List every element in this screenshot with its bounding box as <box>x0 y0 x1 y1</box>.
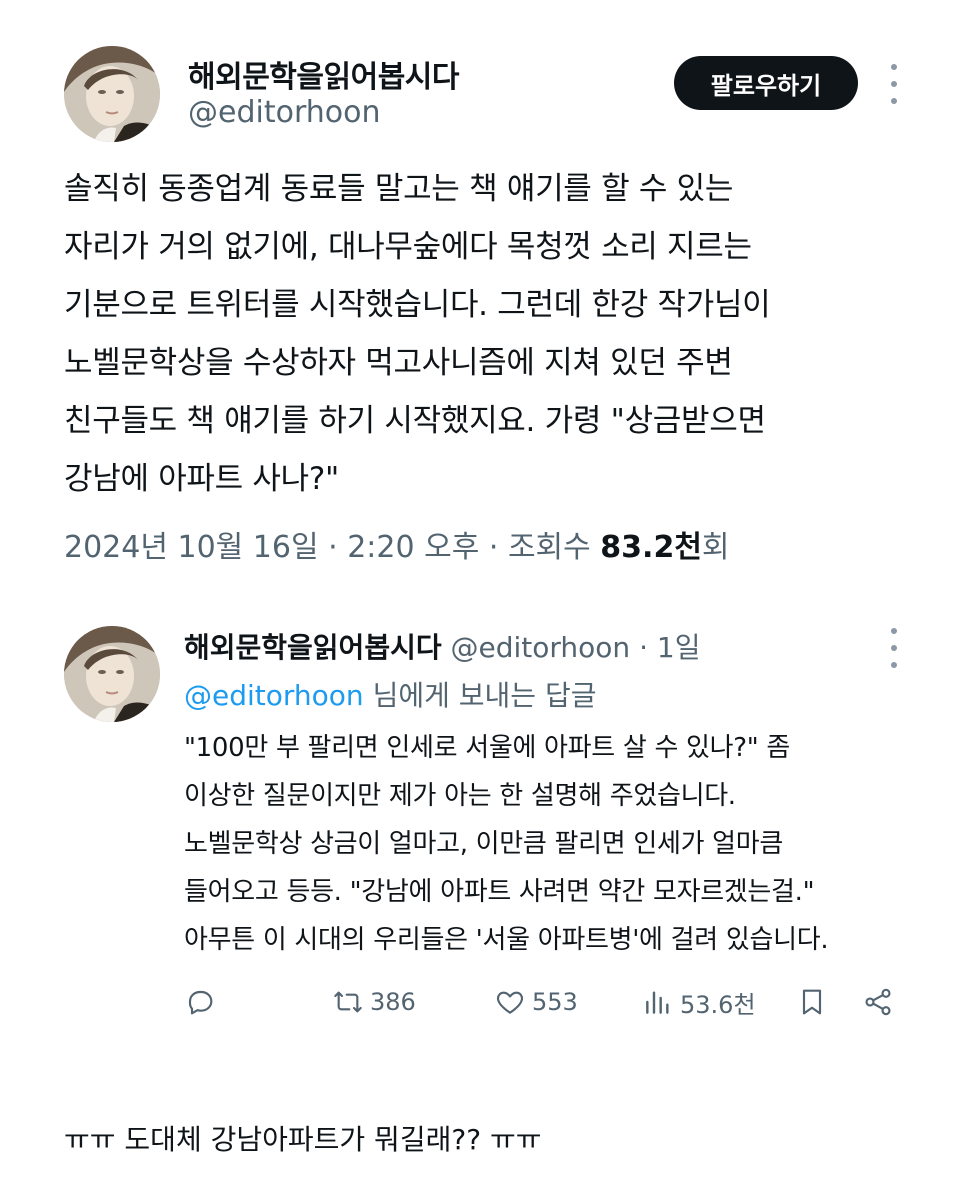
tweet-text-line: 솔직히 동종업계 동료들 말고는 책 얘기를 할 수 있는 <box>64 171 734 207</box>
reply-icon <box>188 990 213 1015</box>
bookmark-button[interactable] <box>796 980 828 1024</box>
reply-handle[interactable]: @editorhoon <box>451 631 631 664</box>
reply-text-line: 아무튼 이 시대의 우리들은 '서울 아파트병'에 걸려 있습니다. <box>184 925 829 955</box>
retweet-icon <box>334 991 362 1013</box>
like-count: 553 <box>532 988 578 1016</box>
author-avatar[interactable] <box>64 46 160 142</box>
tweet-text-line: 친구들도 책 얘기를 하기 시작했지요. 가령 "상금받으면 <box>64 403 766 439</box>
replying-to-handle[interactable]: @editorhoon <box>184 679 364 712</box>
tweet-date[interactable]: 2024년 10월 16일 <box>64 530 319 565</box>
follow-button[interactable]: 팔로우하기 <box>674 56 858 110</box>
tweet-text-line: 노벨문학상을 수상하자 먹고사니즘에 지쳐 있던 주변 <box>64 345 733 381</box>
replying-to-suffix: 님에게 보내는 답글 <box>372 679 597 712</box>
reply-button[interactable] <box>184 980 216 1024</box>
reply-header: 해외문학을읽어봅시다 @editorhoon · 1일 <box>184 626 700 666</box>
reply-display-name[interactable]: 해외문학을읽어봅시다 <box>184 631 442 664</box>
views-icon <box>646 991 669 1014</box>
retweet-button[interactable]: 386 <box>332 980 416 1024</box>
bottom-comment: ㅠㅠ 도대체 강남아파트가 뭐길래?? ㅠㅠ <box>64 1123 542 1156</box>
views-count: 83.2천 <box>600 530 702 565</box>
author-handle[interactable]: @editorhoon <box>188 95 381 130</box>
reply-text-line: 들어오고 등등. "강남에 아파트 사려면 약간 모자르겠는걸." <box>184 877 815 907</box>
heart-icon <box>496 991 524 1014</box>
replying-to: @editorhoon 님에게 보내는 답글 <box>184 674 596 714</box>
tweet-text-line: 강남에 아파트 사나?" <box>64 461 339 497</box>
meta-separator: · <box>639 631 657 664</box>
reply-text-line: "100만 부 팔리면 인세로 서울에 아파트 살 수 있나?" 좀 <box>184 733 791 763</box>
more-dots-icon[interactable] <box>886 628 902 668</box>
tweet-text: 솔직히 동종업계 동료들 말고는 책 얘기를 할 수 있는 자리가 거의 없기에… <box>64 160 904 508</box>
avatar-portrait <box>64 626 160 722</box>
page: 해외문학을읽어봅시다 @editorhoon 팔로우하기 솔직히 동종업계 동료… <box>0 0 966 1200</box>
tweet-text-line: 자리가 거의 없기에, 대나무숲에다 목청껏 소리 지르는 <box>64 229 752 265</box>
meta-separator: · <box>328 530 348 565</box>
more-dots-icon[interactable] <box>886 64 902 104</box>
share-icon <box>865 988 891 1016</box>
tweet-time[interactable]: 2:20 오후 <box>347 530 479 565</box>
retweet-count: 386 <box>370 988 416 1016</box>
meta-separator: · <box>488 530 508 565</box>
reply-age[interactable]: 1일 <box>657 631 701 664</box>
bookmark-icon <box>802 989 822 1015</box>
like-button[interactable]: 553 <box>494 980 578 1024</box>
views-suffix: 회 <box>701 530 730 565</box>
views-button[interactable]: 53.6천 <box>642 980 756 1024</box>
reply-avatar[interactable] <box>64 626 160 722</box>
tweet-metadata: 2024년 10월 16일 · 2:20 오후 · 조회수 83.2천회 <box>64 522 730 566</box>
views-count: 53.6천 <box>680 990 756 1019</box>
avatar-portrait <box>64 46 160 142</box>
author-display-name[interactable]: 해외문학을읽어봅시다 <box>188 52 460 96</box>
reply-text: "100만 부 팔리면 인세로 서울에 아파트 살 수 있나?" 좀 이상한 질… <box>184 724 924 964</box>
action-bar: 386 553 53.6천 <box>184 980 904 1024</box>
share-button[interactable] <box>862 980 894 1024</box>
reply-text-line: 이상한 질문이지만 제가 아는 한 설명해 주었습니다. <box>184 781 736 811</box>
tweet-text-line: 기분으로 트위터를 시작했습니다. 그런데 한강 작가님이 <box>64 287 771 323</box>
reply-text-line: 노벨문학상 상금이 얼마고, 이만큼 팔리면 인세가 얼마큼 <box>184 829 784 859</box>
views-label: 조회수 <box>507 530 591 565</box>
